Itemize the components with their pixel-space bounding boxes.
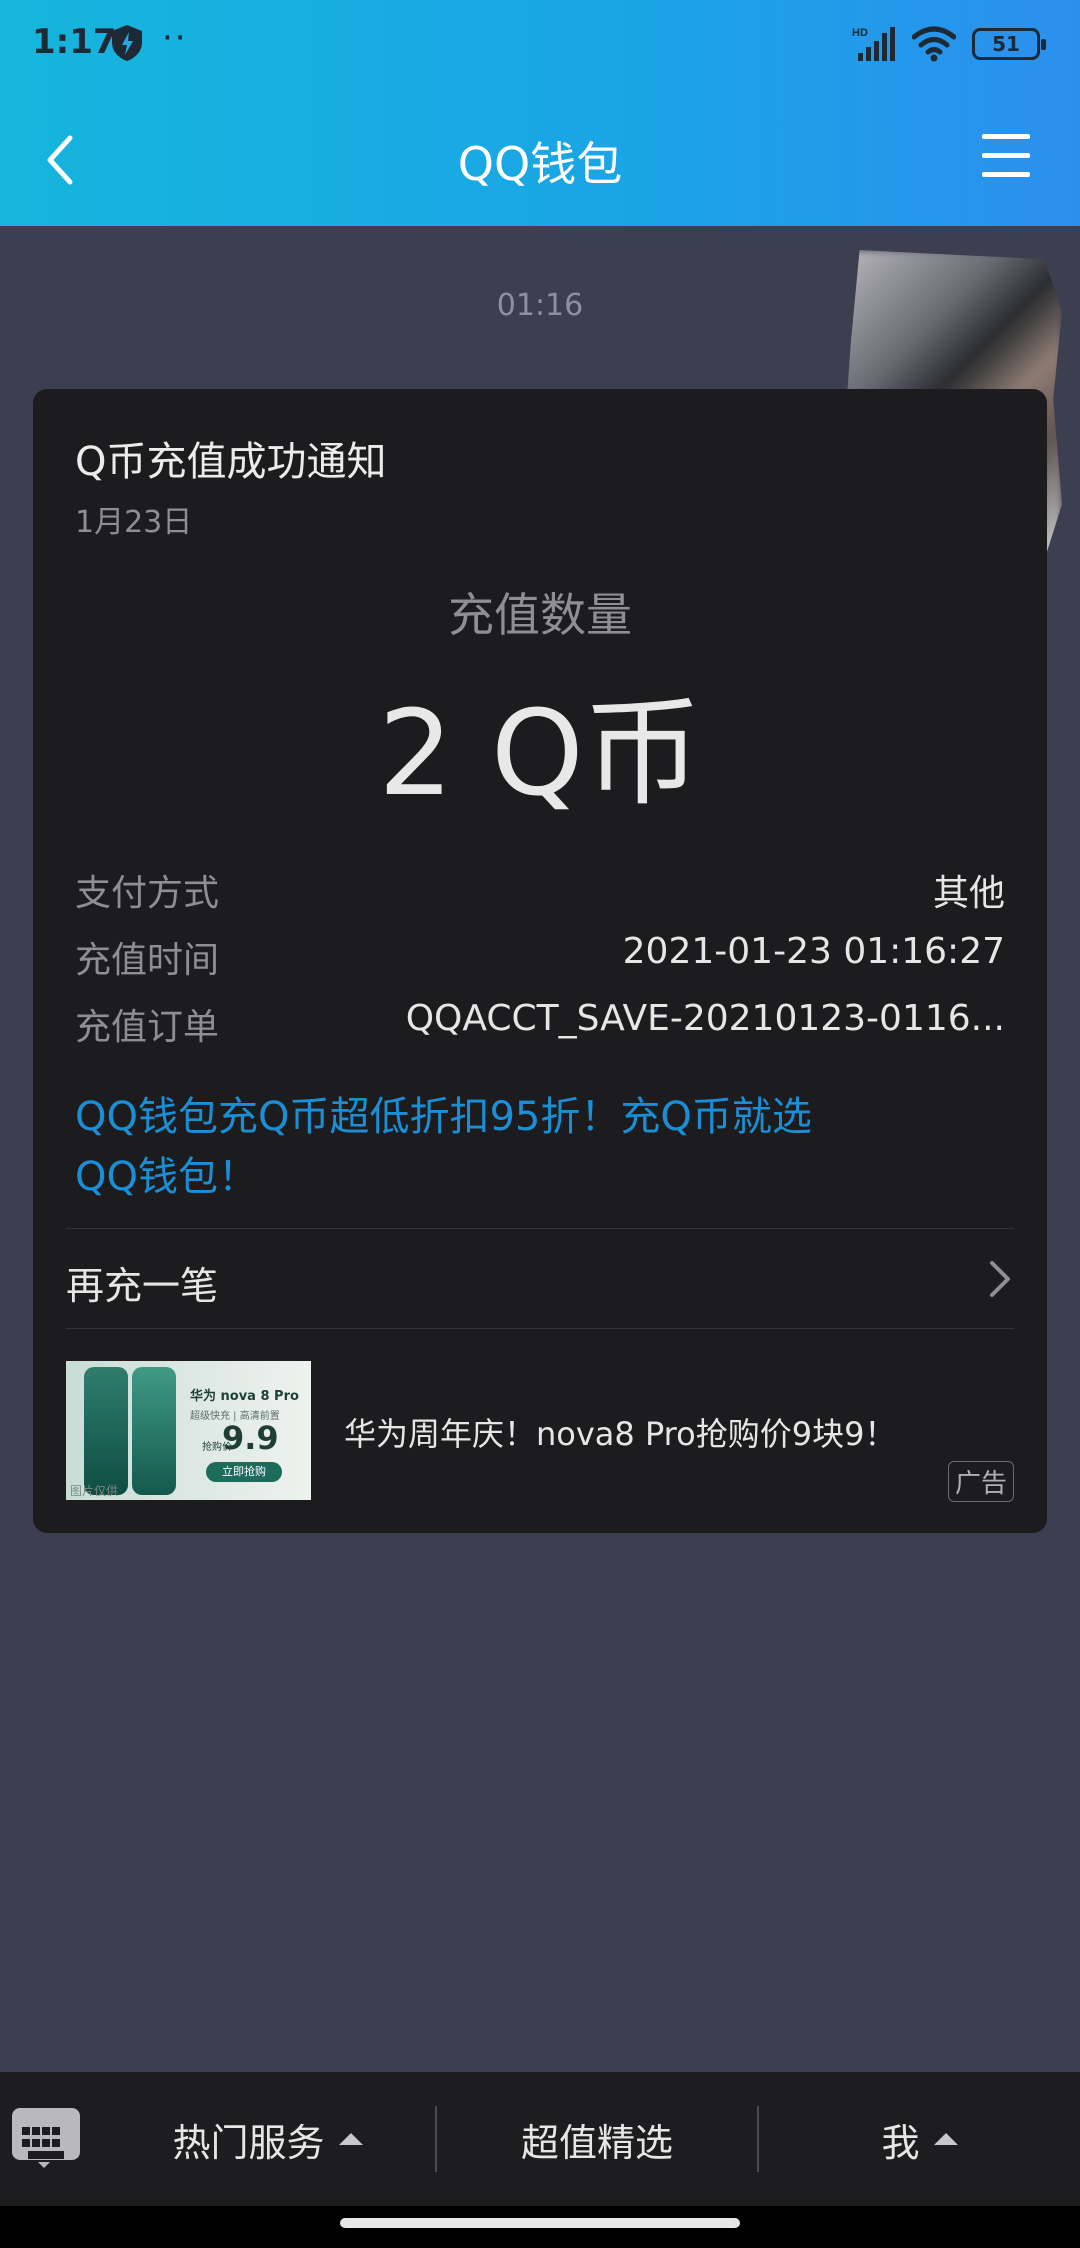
detail-value: QQACCT_SAVE-20210123-0116... xyxy=(405,998,1005,1039)
home-indicator[interactable] xyxy=(340,2218,740,2228)
card-date: 1月23日 xyxy=(75,505,193,540)
detail-label: 支付方式 xyxy=(75,873,220,914)
ad-banner[interactable]: 华为 nova 8 Pro 超级快充 | 高清前置 抢购价 9.9 立即抢购 图… xyxy=(66,1361,1014,1502)
status-bar: 1:17 ·· HD 51 xyxy=(0,0,1080,90)
ad-image-watermark: 图片仅供 xyxy=(70,1484,119,1498)
recharge-again-label: 再充一笔 xyxy=(66,1264,219,1308)
phone-image xyxy=(132,1367,176,1495)
caret-up-icon xyxy=(338,2133,363,2145)
detail-label: 充值订单 xyxy=(75,1007,220,1048)
page-title: QQ钱包 xyxy=(457,137,623,191)
tab-value-picks[interactable]: 超值精选 xyxy=(437,2072,757,2206)
tab-label: 热门服务 xyxy=(172,2120,325,2165)
keyboard-toggle-button[interactable] xyxy=(12,2108,80,2160)
tab-label: 超值精选 xyxy=(520,2120,673,2165)
detail-row-order-id: 充值订单 QQACCT_SAVE-20210123-0116... xyxy=(75,998,1005,1048)
status-icons: HD 51 xyxy=(852,22,1046,66)
ad-image-price: 9.9 xyxy=(222,1419,279,1457)
tab-me[interactable]: 我 xyxy=(759,2072,1080,2206)
promo-line-1: QQ钱包充Q币超低折扣95折！充Q币就选 xyxy=(75,1094,812,1140)
caret-up-icon xyxy=(933,2133,958,2145)
signal-icon: HD xyxy=(852,27,895,61)
status-time: 1:17 xyxy=(32,22,117,62)
card-title: Q币充值成功通知 xyxy=(75,439,387,485)
amount-label: 充值数量 xyxy=(448,588,632,642)
battery-icon: 51 xyxy=(972,28,1046,60)
chevron-right-icon xyxy=(990,1261,1010,1297)
detail-row-payment-method: 支付方式 其他 xyxy=(75,864,1005,914)
divider xyxy=(66,1328,1014,1329)
ad-image[interactable]: 华为 nova 8 Pro 超级快充 | 高清前置 抢购价 9.9 立即抢购 图… xyxy=(66,1361,311,1500)
phone-image xyxy=(84,1367,128,1495)
tab-label: 我 xyxy=(881,2120,920,2165)
amount-value: 2 Q币 xyxy=(378,684,702,822)
wifi-icon xyxy=(912,26,956,62)
menu-icon[interactable] xyxy=(982,134,1030,182)
ad-image-brand: 华为 nova 8 Pro xyxy=(190,1389,299,1404)
ad-badge: 广告 xyxy=(947,1461,1014,1502)
notification-dots: ·· xyxy=(162,18,188,58)
ad-image-button: 立即抢购 xyxy=(206,1462,282,1482)
shield-icon xyxy=(112,25,142,61)
detail-value: 其他 xyxy=(932,873,1005,914)
header: 1:17 ·· HD 51 QQ钱包 xyxy=(0,0,1080,226)
tab-hot-services[interactable]: 热门服务 xyxy=(100,2072,435,2206)
bottom-menu-bar: 热门服务 超值精选 我 xyxy=(0,2072,1080,2206)
nav-bar: QQ钱包 xyxy=(0,110,1080,210)
recharge-notification-card[interactable]: Q币充值成功通知 1月23日 充值数量 2 Q币 支付方式 其他 充值时间 20… xyxy=(33,389,1047,1533)
battery-level: 51 xyxy=(992,32,1020,56)
detail-value: 2021-01-23 01:16:27 xyxy=(622,931,1005,972)
promo-line-2: QQ钱包！ xyxy=(75,1154,258,1200)
detail-row-recharge-time: 充值时间 2021-01-23 01:16:27 xyxy=(75,931,1005,981)
recharge-again-button[interactable]: 再充一笔 xyxy=(66,1229,1014,1329)
detail-label: 充值时间 xyxy=(75,940,220,981)
network-label: HD xyxy=(852,27,868,39)
chevron-down-icon xyxy=(38,2162,50,2168)
promo-link[interactable]: QQ钱包充Q币超低折扣95折！充Q币就选 QQ钱包！ xyxy=(75,1087,975,1207)
ad-text[interactable]: 华为周年庆！nova8 Pro抢购价9块9！ xyxy=(344,1409,896,1455)
